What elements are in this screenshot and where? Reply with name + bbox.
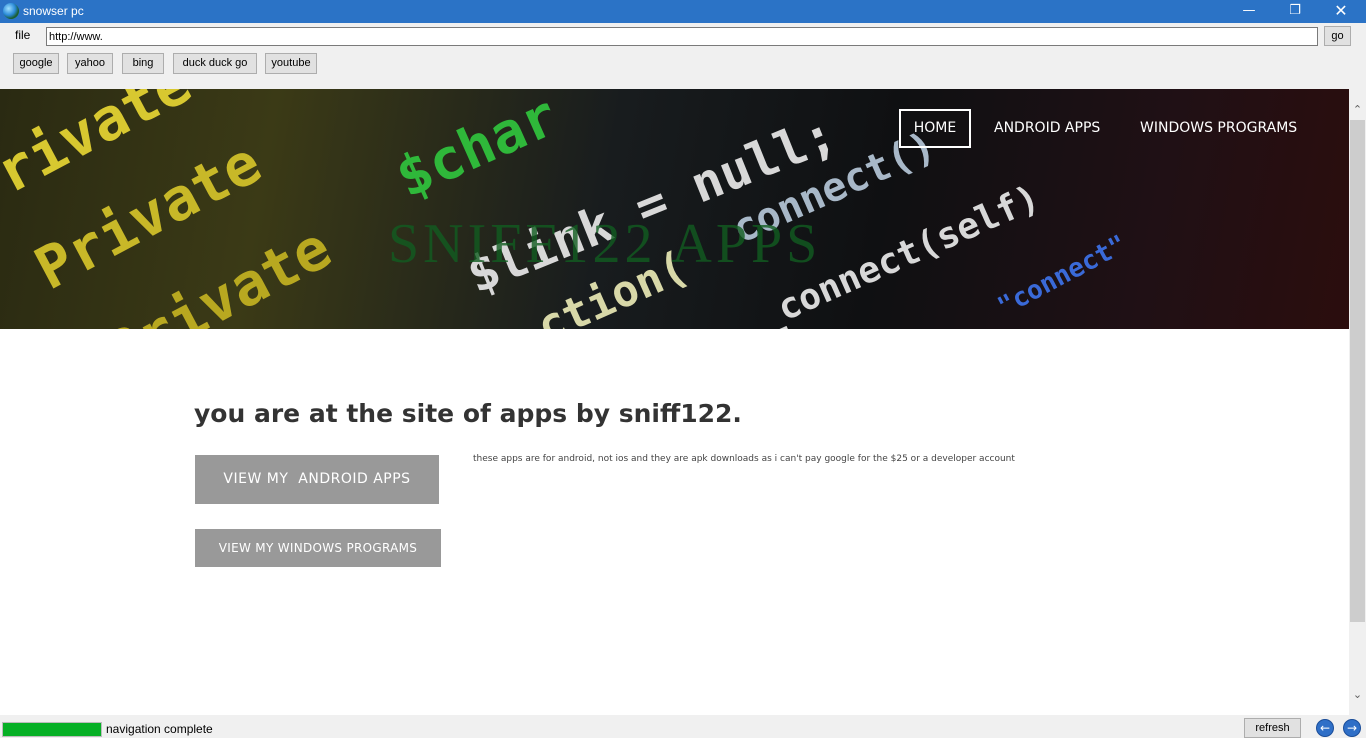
address-input[interactable]: http://www. — [46, 27, 1318, 46]
refresh-button[interactable]: refresh — [1244, 718, 1301, 738]
go-button[interactable]: go — [1324, 26, 1351, 46]
bookmark-bing[interactable]: bing — [122, 53, 164, 74]
progress-fill — [3, 723, 101, 736]
nav-home[interactable]: HOME — [899, 109, 971, 148]
hero-title: SNIFF122 APPS — [388, 213, 822, 275]
scroll-thumb[interactable] — [1350, 120, 1365, 622]
menu-file[interactable]: file — [15, 28, 30, 42]
description-text: these apps are for android, not ios and … — [473, 454, 1015, 464]
nav-windows-programs[interactable]: WINDOWS PROGRAMS — [1140, 120, 1297, 136]
maximize-button[interactable]: ❐ — [1272, 0, 1318, 23]
forward-arrow-icon[interactable]: → — [1343, 719, 1361, 737]
hero-banner: Private Private Private $char $link = nu… — [0, 89, 1349, 329]
title-bar: snowser pc — ❐ ✕ — [0, 0, 1366, 23]
bookmark-google[interactable]: google — [13, 53, 59, 74]
nav-android-apps[interactable]: ANDROID APPS — [994, 120, 1100, 136]
scroll-up-icon[interactable]: ⌃ — [1349, 101, 1366, 118]
view-android-apps-button[interactable]: VIEW MY ANDROID APPS — [195, 455, 439, 504]
bookmark-youtube[interactable]: youtube — [265, 53, 317, 74]
code-text: $char — [386, 89, 568, 212]
bookmark-yahoo[interactable]: yahoo — [67, 53, 113, 74]
close-button[interactable]: ✕ — [1318, 0, 1364, 23]
globe-icon — [3, 3, 19, 19]
code-text: "connect" — [992, 229, 1132, 323]
status-text: navigation complete — [106, 722, 213, 736]
progress-bar — [2, 722, 102, 737]
page-heading: you are at the site of apps by sniff122. — [194, 399, 742, 428]
scroll-down-icon[interactable]: ⌄ — [1349, 686, 1366, 703]
back-arrow-icon[interactable]: ← — [1316, 719, 1334, 737]
view-windows-programs-button[interactable]: VIEW MY WINDOWS PROGRAMS — [195, 529, 441, 567]
minimize-button[interactable]: — — [1226, 0, 1272, 23]
web-viewport[interactable]: Private Private Private $char $link = nu… — [0, 89, 1349, 715]
window-title: snowser pc — [23, 4, 84, 18]
bookmark-duck-duck-go[interactable]: duck duck go — [173, 53, 257, 74]
